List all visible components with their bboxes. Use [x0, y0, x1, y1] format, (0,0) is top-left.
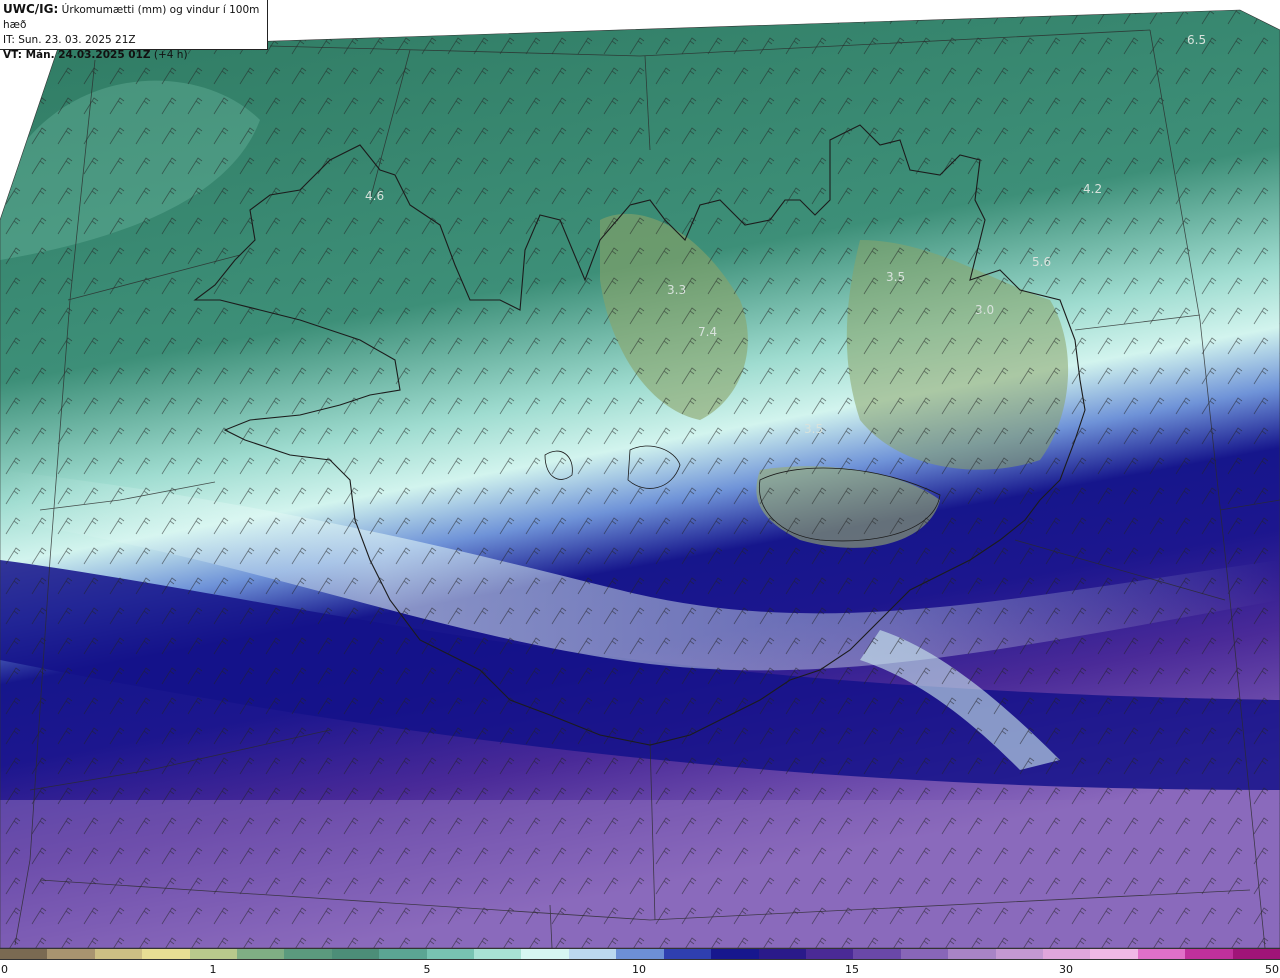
colorbar-tick: 5 — [423, 963, 431, 976]
colorbar-segment — [237, 949, 285, 959]
colorbar-segment — [711, 949, 759, 959]
colorbar-segment — [1090, 949, 1138, 959]
initial-time: IT: Sun. 23. 03. 2025 21Z — [3, 34, 136, 46]
map-label: 3.3 — [667, 283, 686, 297]
colorbar-tick: 1 — [209, 963, 217, 976]
map-label: 3.0 — [975, 303, 994, 317]
colorbar-segment — [616, 949, 664, 959]
colorbar-segment — [995, 949, 1043, 959]
colorbar-segment — [331, 949, 380, 959]
map-label: 3.5 — [804, 422, 823, 436]
colorbar-tick: 10 — [632, 963, 646, 976]
model-name: UWC/IG: — [3, 2, 59, 16]
title-line: UWC/IG: Úrkomumætti (mm) og vindur í 100… — [3, 2, 264, 33]
colorbar-tick: 0 — [1, 963, 8, 976]
colorbar-tick: 50 — [1265, 963, 1279, 976]
colorbar-segment — [284, 949, 332, 959]
colorbar-tick: 30 — [1059, 963, 1073, 976]
map-label: 5.6 — [1032, 255, 1051, 269]
lead-time: (+4 h) — [153, 49, 188, 61]
colorbar-segment — [189, 949, 238, 959]
colorbar-segment — [0, 949, 48, 959]
colorbar-segment — [853, 949, 901, 959]
valid-time: VT: Mán. 24.03.2025 01Z — [3, 49, 151, 61]
precipitation-map: 6.5 4.6 4.2 5.6 3.5 3.3 3.0 7.4 3.5 — [0, 9, 1280, 948]
map-label: 7.4 — [698, 325, 717, 339]
colorbar-segment — [94, 949, 143, 959]
map-label: 6.5 — [1187, 33, 1206, 47]
precipitation-field — [0, 10, 1280, 948]
map-label: 4.2 — [1083, 182, 1102, 196]
map-label: 4.6 — [365, 189, 384, 203]
colorbar-segment — [142, 949, 190, 959]
colorbar-segment — [379, 949, 427, 959]
colorbar-tick: 15 — [845, 963, 859, 976]
colorbar-segment — [900, 949, 949, 959]
colorbar-segment — [948, 949, 996, 959]
map-info-box: UWC/IG: Úrkomumætti (mm) og vindur í 100… — [0, 0, 268, 61]
valid-time-line: VT: Mán. 24.03.2025 01Z (+4 h) — [3, 48, 264, 63]
colorbar-segment — [1042, 949, 1091, 959]
colorbar-segment — [758, 949, 806, 959]
colorbar-segment — [1137, 949, 1186, 959]
colorbar-segment — [426, 949, 475, 959]
colorbar-segment — [474, 949, 522, 959]
colorbar-segment — [568, 949, 617, 959]
colorbar: 0 1 5 10 15 30 50 — [0, 948, 1280, 978]
colorbar-segment — [663, 949, 712, 959]
colorbar-segment — [47, 949, 95, 959]
colorbar-segment — [1185, 949, 1233, 959]
colorbar-strip — [0, 948, 1280, 960]
map-label: 3.5 — [886, 270, 905, 284]
colorbar-segment — [521, 949, 569, 959]
colorbar-segment — [1232, 949, 1280, 959]
colorbar-segment — [805, 949, 854, 959]
